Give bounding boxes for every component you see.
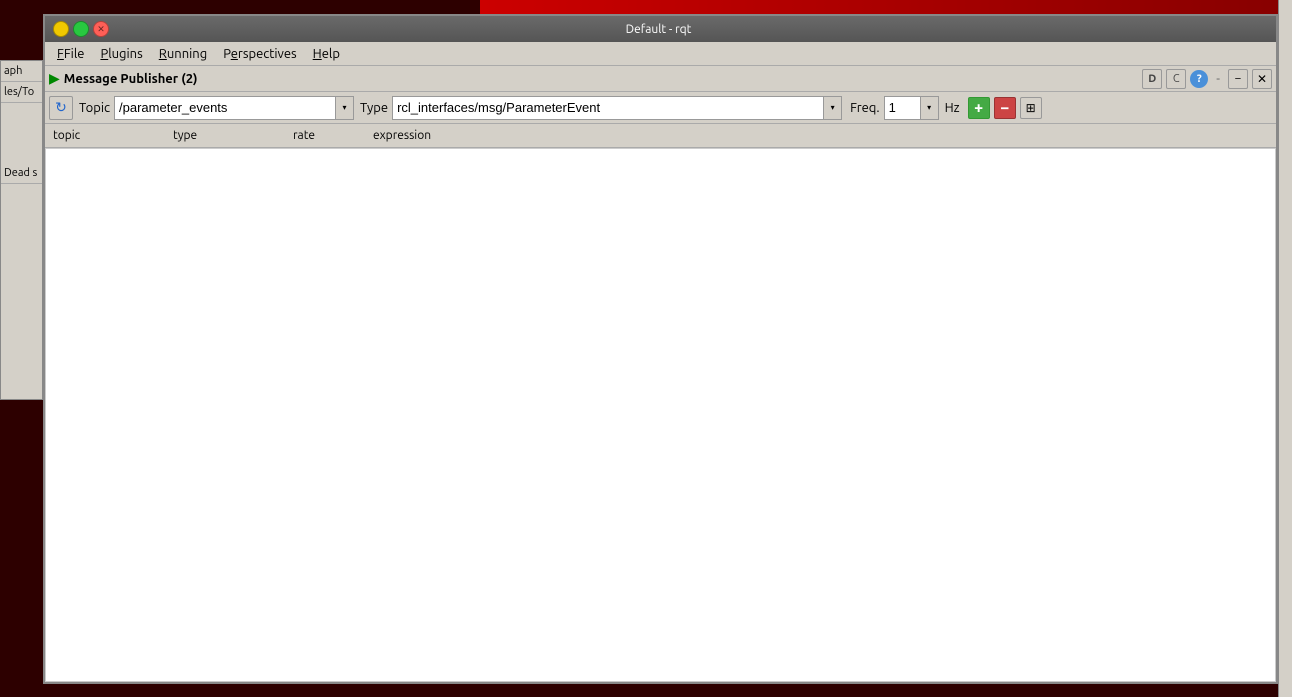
refresh-button[interactable]: ↻ xyxy=(49,96,73,120)
panel-help-button[interactable]: ? xyxy=(1190,70,1208,88)
maximize-button[interactable] xyxy=(73,21,89,37)
title-bar: ✕ Default - rqt xyxy=(45,16,1276,42)
panel-c-button[interactable]: C xyxy=(1166,69,1186,89)
left-panel-item-dead: Dead s xyxy=(1,163,42,184)
topic-label: Topic xyxy=(79,101,110,115)
add-button[interactable]: + xyxy=(968,97,990,119)
topic-dropdown-arrow[interactable]: ▾ xyxy=(335,97,353,119)
menu-bar: FFile Plugins Running Perspectives Help xyxy=(45,42,1276,66)
col-header-rate: rate xyxy=(293,129,373,142)
freq-dropdown-arrow[interactable]: ▾ xyxy=(920,97,938,119)
remove-button[interactable]: − xyxy=(994,97,1016,119)
menu-perspectives[interactable]: Perspectives xyxy=(215,45,304,63)
right-panel xyxy=(1278,0,1292,697)
menu-running[interactable]: Running xyxy=(151,45,215,63)
column-headers: topic type rate expression xyxy=(45,124,1276,148)
menu-plugins[interactable]: Plugins xyxy=(92,45,150,63)
col-header-expression: expression xyxy=(373,129,1268,142)
panel-close-button[interactable]: ✕ xyxy=(1252,69,1272,89)
panel-title-bar: ▶ Message Publisher (2) D C ? - − ✕ xyxy=(45,66,1276,92)
window-title: Default - rqt xyxy=(109,23,1208,36)
freq-input-wrapper: ▾ xyxy=(884,96,939,120)
minimize-button[interactable] xyxy=(53,21,69,37)
panel-title: Message Publisher (2) xyxy=(64,72,1142,86)
menu-help[interactable]: Help xyxy=(305,45,348,63)
type-input-wrapper: ▾ xyxy=(392,96,842,120)
type-input[interactable] xyxy=(393,97,823,119)
panel-controls: D C ? - − ✕ xyxy=(1142,69,1272,89)
freq-input[interactable] xyxy=(885,97,920,119)
content-area xyxy=(45,148,1276,682)
publish-button[interactable]: ⊞ xyxy=(1020,97,1042,119)
type-label: Type xyxy=(360,101,388,115)
top-red-bar xyxy=(480,0,1278,14)
topic-input[interactable] xyxy=(115,97,335,119)
panel-play-icon: ▶ xyxy=(49,70,60,87)
title-bar-left-controls: ✕ xyxy=(53,21,109,37)
col-header-type: type xyxy=(173,129,293,142)
panel-dash-button[interactable]: − xyxy=(1228,69,1248,89)
topic-input-wrapper: ▾ xyxy=(114,96,354,120)
type-dropdown-arrow[interactable]: ▾ xyxy=(823,97,841,119)
freq-label: Freq. xyxy=(850,101,880,115)
left-panel-item-graph: aph xyxy=(1,61,42,82)
panel-separator: - xyxy=(1216,72,1220,86)
left-panel: aph les/To Dead s xyxy=(0,60,43,400)
panel-d-button[interactable]: D xyxy=(1142,69,1162,89)
left-panel-item-nodestopics: les/To xyxy=(1,82,42,103)
main-window: ✕ Default - rqt FFile Plugins Running Pe… xyxy=(43,14,1278,684)
close-button[interactable]: ✕ xyxy=(93,21,109,37)
toolbar: ↻ Topic ▾ Type ▾ Freq. ▾ Hz + − ⊞ xyxy=(45,92,1276,124)
col-header-topic: topic xyxy=(53,129,173,142)
menu-file[interactable]: FFile xyxy=(49,45,92,63)
hz-label: Hz xyxy=(945,101,960,115)
